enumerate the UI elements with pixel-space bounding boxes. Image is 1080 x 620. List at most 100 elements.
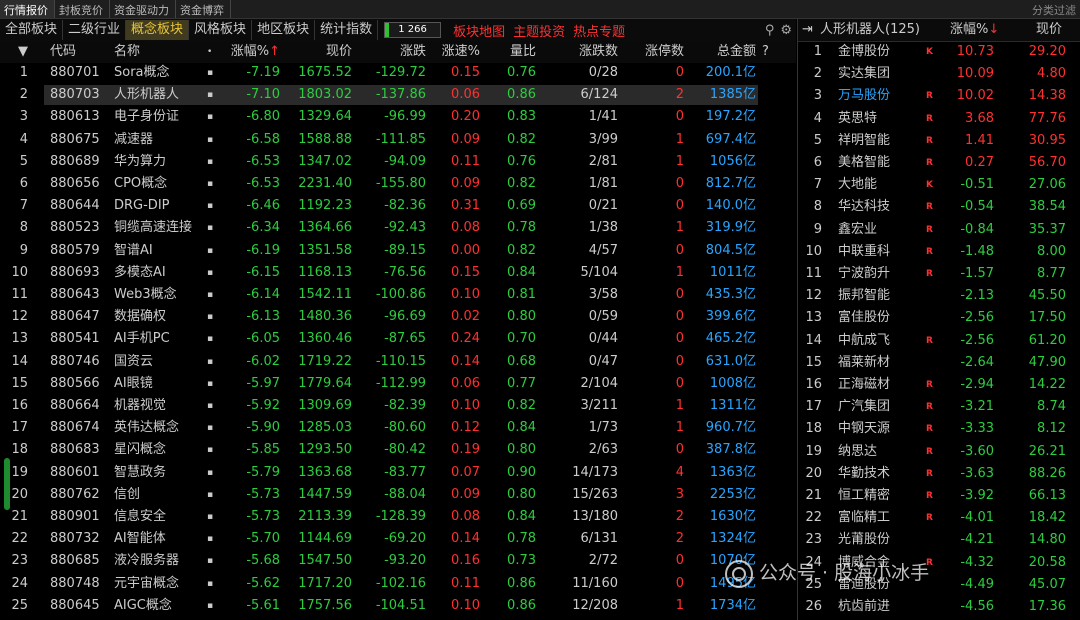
sector-name[interactable]: DRG-DIP — [114, 195, 170, 217]
sector-tab-1[interactable]: 二级行业 — [63, 20, 127, 40]
stock-name[interactable]: 富临精工 — [838, 507, 890, 529]
stock-name[interactable]: 中联重科 — [838, 241, 890, 263]
table-row[interactable]: 16 880664 机器视觉 ▪ -5.92 1309.69 -82.39 0.10 0.82 3… — [0, 395, 796, 417]
sector-name[interactable]: 国资云 — [114, 351, 153, 373]
link-1[interactable]: 主题投资 — [509, 21, 569, 40]
table-row[interactable]: 7 880644 DRG-DIP ▪ -6.46 1192.23 -82.36 0.31 0.6… — [0, 195, 796, 217]
stock-name[interactable]: 宁波韵升 — [838, 263, 890, 285]
stock-row[interactable]: 20 华勤技术 R -3.63 88.26 — [798, 463, 1080, 485]
sector-name[interactable]: AI智能体 — [114, 528, 166, 550]
sector-name[interactable]: CPO概念 — [114, 173, 167, 195]
stock-name[interactable]: 福莱新材 — [838, 352, 890, 374]
stock-row[interactable]: 17 广汽集团 R -3.21 8.74 — [798, 396, 1080, 418]
stock-name[interactable]: 中钢天源 — [838, 418, 890, 440]
table-row[interactable]: 18 880683 星闪概念 ▪ -5.85 1293.50 -80.42 0.19 0.80 2… — [0, 439, 796, 461]
sector-name[interactable]: 元宇宙概念 — [114, 573, 179, 595]
sector-tab-3[interactable]: 风格板块 — [189, 20, 253, 40]
stock-row[interactable]: 23 光莆股份 -4.21 14.80 — [798, 529, 1080, 551]
header-price[interactable]: 现价 — [290, 41, 352, 63]
stock-name[interactable]: 光莆股份 — [838, 529, 890, 551]
sector-tab-5[interactable]: 统计指数 — [315, 20, 379, 40]
table-row[interactable]: 5 880689 华为算力 ▪ -6.53 1347.02 -94.09 0.11 0.76 2/… — [0, 151, 796, 173]
stock-name[interactable]: 万马股份 — [838, 85, 890, 107]
table-row[interactable]: 9 880579 智谱AI ▪ -6.19 1351.58 -89.15 0.00 0.82 4/… — [0, 240, 796, 262]
table-row[interactable]: 13 880541 AI手机PC ▪ -6.05 1360.46 -87.65 0.24 0.7… — [0, 328, 796, 350]
stock-row[interactable]: 8 华达科技 R -0.54 38.54 — [798, 196, 1080, 218]
stock-name[interactable]: 杭齿前进 — [838, 596, 890, 618]
sector-name[interactable]: 电子身份证 — [114, 106, 179, 128]
sort-arrow-icon[interactable]: ▼ — [0, 41, 28, 63]
panel-pct-header[interactable]: 涨幅%↓ — [950, 19, 999, 41]
sector-name[interactable]: 信创 — [114, 484, 140, 506]
link-0[interactable]: 板块地图 — [449, 21, 509, 40]
sector-name[interactable]: 铜缆高速连接 — [114, 217, 192, 239]
sector-name[interactable]: AI手机PC — [114, 328, 170, 350]
stock-row[interactable]: 12 振邦智能 -2.13 45.50 — [798, 285, 1080, 307]
table-row[interactable]: 19 880601 智慧政务 ▪ -5.79 1363.68 -83.77 0.07 0.90 1… — [0, 462, 796, 484]
panel-price-header[interactable]: 现价 — [1036, 19, 1062, 41]
header-change[interactable]: 涨跌 — [360, 41, 426, 63]
stock-row[interactable]: 2 实达集团 10.09 4.80 — [798, 63, 1080, 85]
sector-name[interactable]: 数据确权 — [114, 306, 166, 328]
stock-row[interactable]: 26 杭齿前进 -4.56 17.36 — [798, 596, 1080, 618]
stock-row[interactable]: 5 祥明智能 R 1.41 30.95 — [798, 130, 1080, 152]
top-tab-3[interactable]: 资金博弈 — [176, 0, 231, 18]
top-tab-2[interactable]: 资金驱动力 — [110, 0, 176, 18]
table-row[interactable]: 12 880647 数据确权 ▪ -6.13 1480.36 -96.69 0.02 0.80 0… — [0, 306, 796, 328]
stock-row[interactable]: 13 富佳股份 -2.56 17.50 — [798, 307, 1080, 329]
sector-name[interactable]: 减速器 — [114, 129, 153, 151]
stock-row[interactable]: 19 纳思达 R -3.60 26.21 — [798, 441, 1080, 463]
header-up-down[interactable]: 涨跌数 — [546, 41, 618, 63]
sector-name[interactable]: 机器视觉 — [114, 395, 166, 417]
sector-tab-2[interactable]: 概念板块 — [126, 20, 190, 40]
scrollbar[interactable] — [4, 458, 10, 510]
stock-name[interactable]: 金博股份 — [838, 41, 890, 63]
stock-name[interactable]: 恒工精密 — [838, 485, 890, 507]
top-tab-1[interactable]: 封板竞价 — [55, 0, 110, 18]
stock-row[interactable]: 7 大地能 K -0.51 27.06 — [798, 174, 1080, 196]
stock-name[interactable]: 大地能 — [838, 174, 877, 196]
header-name[interactable]: 名称 — [114, 41, 140, 63]
sector-name[interactable]: Web3概念 — [114, 284, 177, 306]
sector-tab-4[interactable]: 地区板块 — [252, 20, 316, 40]
sector-name[interactable]: 智慧政务 — [114, 462, 166, 484]
link-2[interactable]: 热点专题 — [569, 21, 629, 40]
sector-tab-0[interactable]: 全部板块 — [0, 20, 64, 40]
stock-name[interactable]: 华达科技 — [838, 196, 890, 218]
stock-row[interactable]: 15 福莱新材 -2.64 47.90 — [798, 352, 1080, 374]
table-row[interactable]: 14 880746 国资云 ▪ -6.02 1719.22 -110.15 0.14 0.68 0… — [0, 351, 796, 373]
table-row[interactable]: 2 880703 人形机器人 ▪ -7.10 1803.02 -137.86 0.06 0.86… — [0, 84, 796, 106]
table-row[interactable]: 21 880901 信息安全 ▪ -5.73 2113.39 -128.39 0.08 0.84… — [0, 506, 796, 528]
sector-name[interactable]: 液冷服务器 — [114, 550, 179, 572]
stock-row[interactable]: 3 万马股份 R 10.02 14.38 — [798, 85, 1080, 107]
sector-name[interactable]: 星闪概念 — [114, 439, 166, 461]
stock-name[interactable]: 富佳股份 — [838, 307, 890, 329]
stock-row[interactable]: 1 金博股份 K 10.73 29.20 — [798, 41, 1080, 63]
stock-name[interactable]: 美格智能 — [838, 152, 890, 174]
table-row[interactable]: 11 880643 Web3概念 ▪ -6.14 1542.11 -100.86 0.10 0.… — [0, 284, 796, 306]
stock-name[interactable]: 英思特 — [838, 108, 877, 130]
header-volume-ratio[interactable]: 量比 — [486, 41, 536, 63]
sector-name[interactable]: 智谱AI — [114, 240, 153, 262]
stock-name[interactable]: 正海磁材 — [838, 374, 890, 396]
sector-name[interactable]: 华为算力 — [114, 151, 166, 173]
header-pct[interactable]: 涨幅%↑ — [212, 41, 280, 63]
table-row[interactable]: 1 880701 Sora概念 ▪ -7.19 1675.52 -129.72 0.15 0.7… — [0, 62, 796, 84]
sector-name[interactable]: 英伟达概念 — [114, 417, 179, 439]
table-row[interactable]: 24 880748 元宇宙概念 ▪ -5.62 1717.20 -102.16 0.11 0.8… — [0, 573, 796, 595]
table-row[interactable]: 3 880613 电子身份证 ▪ -6.80 1329.64 -96.99 0.20 0.83 1… — [0, 106, 796, 128]
stock-name[interactable]: 纳思达 — [838, 441, 877, 463]
sector-name[interactable]: Sora概念 — [114, 62, 170, 84]
table-row[interactable]: 8 880523 铜缆高速连接 ▪ -6.34 1364.66 -92.43 0.08 0.78… — [0, 217, 796, 239]
table-row[interactable]: 17 880674 英伟达概念 ▪ -5.90 1285.03 -80.60 0.12 0.84… — [0, 417, 796, 439]
stock-name[interactable]: 振邦智能 — [838, 285, 890, 307]
sector-name[interactable]: 人形机器人 — [114, 84, 179, 106]
sector-name[interactable]: AIGC概念 — [114, 595, 172, 617]
table-row[interactable]: 25 880645 AIGC概念 ▪ -5.61 1757.56 -104.51 0.10 0.… — [0, 595, 796, 617]
table-row[interactable]: 20 880762 信创 ▪ -5.73 1447.59 -88.04 0.09 0.80 15/… — [0, 484, 796, 506]
stock-name[interactable]: 实达集团 — [838, 63, 890, 85]
stock-row[interactable]: 4 英思特 R 3.68 77.76 — [798, 108, 1080, 130]
stock-name[interactable]: 华勤技术 — [838, 463, 890, 485]
table-row[interactable]: 22 880732 AI智能体 ▪ -5.70 1144.69 -69.20 0.14 0.78… — [0, 528, 796, 550]
stock-row[interactable]: 21 恒工精密 R -3.92 66.13 — [798, 485, 1080, 507]
